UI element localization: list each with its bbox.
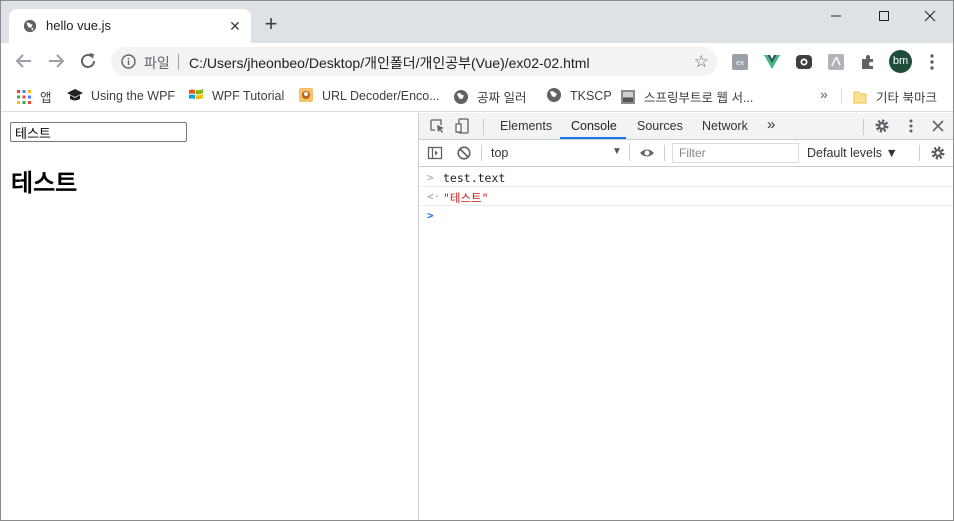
settings-gear-icon[interactable]	[874, 118, 890, 134]
address-bar[interactable]: 파일 C:/Users/jheonbeo/Desktop/개인폴더/개인공부(V…	[111, 47, 717, 76]
site-favicon-icon	[299, 88, 313, 102]
input-chevron-icon: >	[427, 171, 434, 184]
text-input[interactable]	[10, 122, 187, 142]
more-tabs-button[interactable]: »	[767, 116, 775, 133]
devtools-divider	[664, 145, 665, 161]
devtools-menu-icon[interactable]	[903, 118, 919, 134]
bookmark-label: Using the WPF	[91, 89, 176, 103]
bookmarks-overflow-button[interactable]: »	[820, 86, 828, 102]
bookmark-label: 스프링부트로 웹 서...	[644, 91, 754, 105]
bookmark-tkscp[interactable]: TKSCP	[546, 87, 612, 105]
tab-elements[interactable]: Elements	[500, 119, 552, 133]
omnibox-divider	[178, 54, 179, 70]
globe-icon	[23, 19, 37, 33]
close-icon	[924, 10, 936, 22]
context-selector[interactable]: top	[491, 146, 508, 160]
site-favicon-icon	[621, 90, 635, 104]
folder-icon	[853, 91, 867, 104]
tab-sources[interactable]: Sources	[637, 119, 683, 133]
extension-ex-icon[interactable]: ex	[731, 53, 749, 71]
console-command: test.text	[443, 171, 506, 185]
console-toolbar: top ▼ Filter Default levels ▼	[419, 140, 953, 167]
bookmark-star-icon[interactable]: ☆	[694, 52, 709, 72]
vue-devtools-icon[interactable]	[763, 53, 781, 71]
browser-toolbar: 파일 C:/Users/jheonbeo/Desktop/개인폴더/개인공부(V…	[1, 43, 953, 80]
devtools-divider	[483, 119, 484, 135]
minimize-button[interactable]	[813, 5, 859, 29]
minimize-icon	[831, 15, 841, 17]
tab-strip: hello vue.js ✕ +	[1, 1, 953, 43]
prompt-chevron-icon: >	[427, 209, 434, 222]
tab-console[interactable]: Console	[571, 119, 617, 133]
console-output: > test.text <· "테스트" >	[419, 168, 953, 225]
tab-network[interactable]: Network	[702, 119, 748, 133]
bookmarks-divider	[841, 88, 842, 104]
extension-record-icon[interactable]	[795, 53, 813, 71]
clear-console-icon[interactable]	[456, 145, 472, 161]
bookmark-wpf-tutorial[interactable]: WPF Tutorial	[188, 87, 284, 105]
bookmark-springboot[interactable]: 스프링부트로 웹 서...	[620, 87, 753, 105]
page-heading: 테스트	[11, 169, 78, 197]
back-icon[interactable]	[13, 50, 35, 72]
close-window-button[interactable]	[907, 5, 953, 29]
profile-avatar[interactable]: bm	[889, 50, 912, 73]
device-toolbar-icon[interactable]	[455, 118, 471, 134]
reload-icon[interactable]	[77, 50, 99, 72]
bookmark-using-wpf[interactable]: Using the WPF	[67, 87, 175, 105]
globe-icon	[454, 90, 468, 104]
svg-text:ex: ex	[736, 59, 744, 67]
console-prompt[interactable]: >	[419, 206, 953, 225]
console-result-line: <· "테스트"	[419, 187, 953, 206]
bookmarks-bar: 앱 Using the WPF WPF Tutorial URL Decoder…	[1, 80, 953, 112]
devtools-divider	[629, 145, 630, 161]
forward-icon[interactable]	[45, 50, 67, 72]
browser-menu-icon[interactable]	[925, 53, 939, 71]
log-levels-dropdown[interactable]: Default levels ▼	[807, 146, 898, 160]
page-content: 테스트	[1, 113, 418, 520]
globe-icon	[547, 88, 561, 102]
browser-window: hello vue.js ✕ + 파일 C:/Users/jheonbeo/De…	[0, 0, 954, 521]
devtools-divider	[863, 119, 864, 135]
bookmark-free-illust[interactable]: 공짜 일러	[453, 87, 526, 105]
url-scheme: 파일	[144, 55, 170, 71]
bookmark-url-decoder[interactable]: URL Decoder/Enco...	[298, 87, 440, 105]
bookmark-other-folder[interactable]: 기타 북마크	[852, 87, 937, 105]
maximize-button[interactable]	[861, 5, 907, 29]
show-sidebar-icon[interactable]	[427, 145, 443, 161]
active-tab-indicator	[560, 137, 626, 139]
bookmark-apps[interactable]: 앱	[16, 87, 52, 105]
devtools-divider	[481, 145, 482, 161]
tab-hello-vue[interactable]: hello vue.js ✕	[9, 9, 251, 43]
tab-title: hello vue.js	[46, 18, 112, 33]
info-icon[interactable]	[121, 54, 136, 69]
filter-input[interactable]: Filter	[672, 143, 799, 163]
new-tab-button[interactable]: +	[261, 13, 281, 35]
windows-logo-icon	[189, 89, 203, 100]
bookmark-label: WPF Tutorial	[212, 89, 285, 103]
inspect-element-icon[interactable]	[429, 118, 445, 134]
close-devtools-icon[interactable]	[930, 118, 946, 134]
url-text[interactable]: C:/Users/jheonbeo/Desktop/개인폴더/개인공부(Vue)…	[189, 53, 590, 73]
extensions-puzzle-icon[interactable]	[859, 53, 877, 71]
devtools-tab-bar: Elements Console Sources Network »	[419, 113, 953, 140]
bookmark-label: 기타 북마크	[876, 91, 937, 105]
maximize-icon	[879, 11, 889, 21]
console-result: "테스트"	[443, 191, 489, 205]
graduation-cap-icon	[67, 89, 83, 101]
console-input-line: > test.text	[419, 168, 953, 187]
bookmark-label: URL Decoder/Enco...	[322, 89, 440, 103]
chevron-down-icon[interactable]: ▼	[612, 146, 622, 157]
devtools-panel: Elements Console Sources Network » top ▼…	[418, 113, 953, 520]
console-settings-gear-icon[interactable]	[930, 145, 946, 161]
bookmark-label: TKSCP	[570, 89, 612, 103]
apps-grid-icon	[17, 90, 31, 104]
devtools-divider	[919, 145, 920, 161]
pdf-extension-icon[interactable]	[827, 53, 845, 71]
bookmark-label: 앱	[40, 91, 52, 105]
live-expression-eye-icon[interactable]	[639, 145, 655, 161]
tab-close-icon[interactable]: ✕	[227, 18, 243, 34]
result-arrow-icon: <·	[427, 190, 441, 203]
bookmark-label: 공짜 일러	[477, 91, 527, 105]
